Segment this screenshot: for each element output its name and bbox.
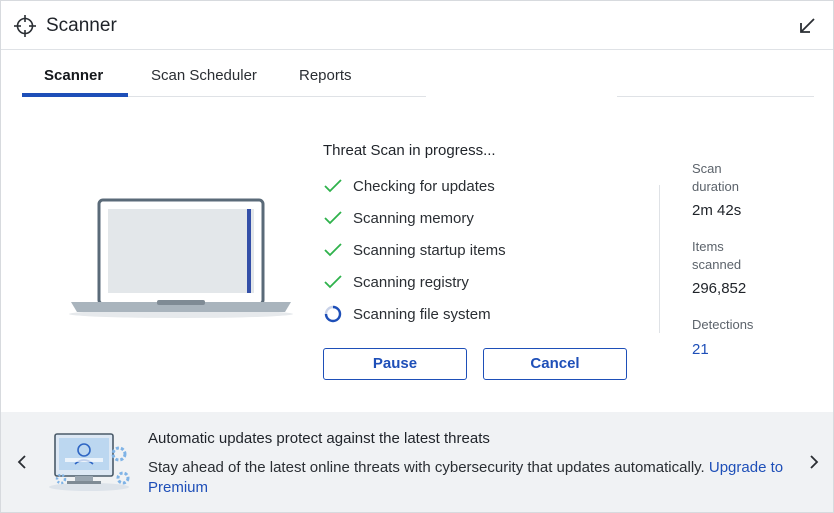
- spinner-icon: [324, 305, 342, 323]
- active-tab-indicator: [22, 93, 128, 97]
- title-bar: Scanner: [1, 1, 833, 50]
- chevron-left-icon[interactable]: [13, 452, 31, 472]
- check-icon: [324, 243, 342, 257]
- tab-reports[interactable]: Reports: [299, 67, 352, 104]
- scan-step-label: Scanning memory: [353, 210, 474, 227]
- tab-divider: [617, 96, 814, 97]
- crosshair-icon: [14, 15, 36, 37]
- check-icon: [324, 275, 342, 289]
- items-scanned-value: 296,852: [692, 280, 747, 297]
- scan-duration-label: Scan duration: [692, 161, 739, 194]
- scanner-window: Scanner Scanner Scan Scheduler Reports T…: [0, 0, 834, 513]
- scan-step-label: Scanning file system: [353, 306, 491, 323]
- scan-status-title: Threat Scan in progress...: [323, 142, 496, 159]
- banner-title: Automatic updates protect against the la…: [148, 430, 490, 447]
- window-title: Scanner: [46, 15, 117, 36]
- check-icon: [324, 211, 342, 225]
- scan-duration-value: 2m 42s: [692, 202, 742, 219]
- tab-scan-scheduler[interactable]: Scan Scheduler: [151, 67, 257, 104]
- detections-label: Detections: [692, 317, 754, 332]
- monitor-update-icon: [49, 433, 130, 491]
- cancel-button[interactable]: Cancel: [483, 348, 627, 380]
- banner-body: Stay ahead of the latest online threats …: [148, 458, 808, 498]
- scan-step-label: Scanning startup items: [353, 242, 506, 259]
- items-scanned-label: Items scanned: [692, 239, 742, 272]
- banner-body-text: Stay ahead of the latest online threats …: [148, 459, 705, 476]
- laptop-illustration: [69, 198, 293, 318]
- tab-scanner[interactable]: Scanner: [44, 67, 103, 104]
- arrow-down-left-icon[interactable]: [797, 16, 817, 36]
- pause-button[interactable]: Pause: [323, 348, 467, 380]
- detections-link[interactable]: 21: [692, 341, 709, 358]
- tab-divider: [128, 96, 426, 97]
- check-icon: [324, 179, 342, 193]
- promo-banner: Automatic updates protect against the la…: [1, 412, 833, 512]
- chevron-right-icon[interactable]: [805, 452, 823, 472]
- scan-step-label: Checking for updates: [353, 178, 495, 195]
- stats-divider: [659, 185, 660, 333]
- scan-step-label: Scanning registry: [353, 274, 469, 291]
